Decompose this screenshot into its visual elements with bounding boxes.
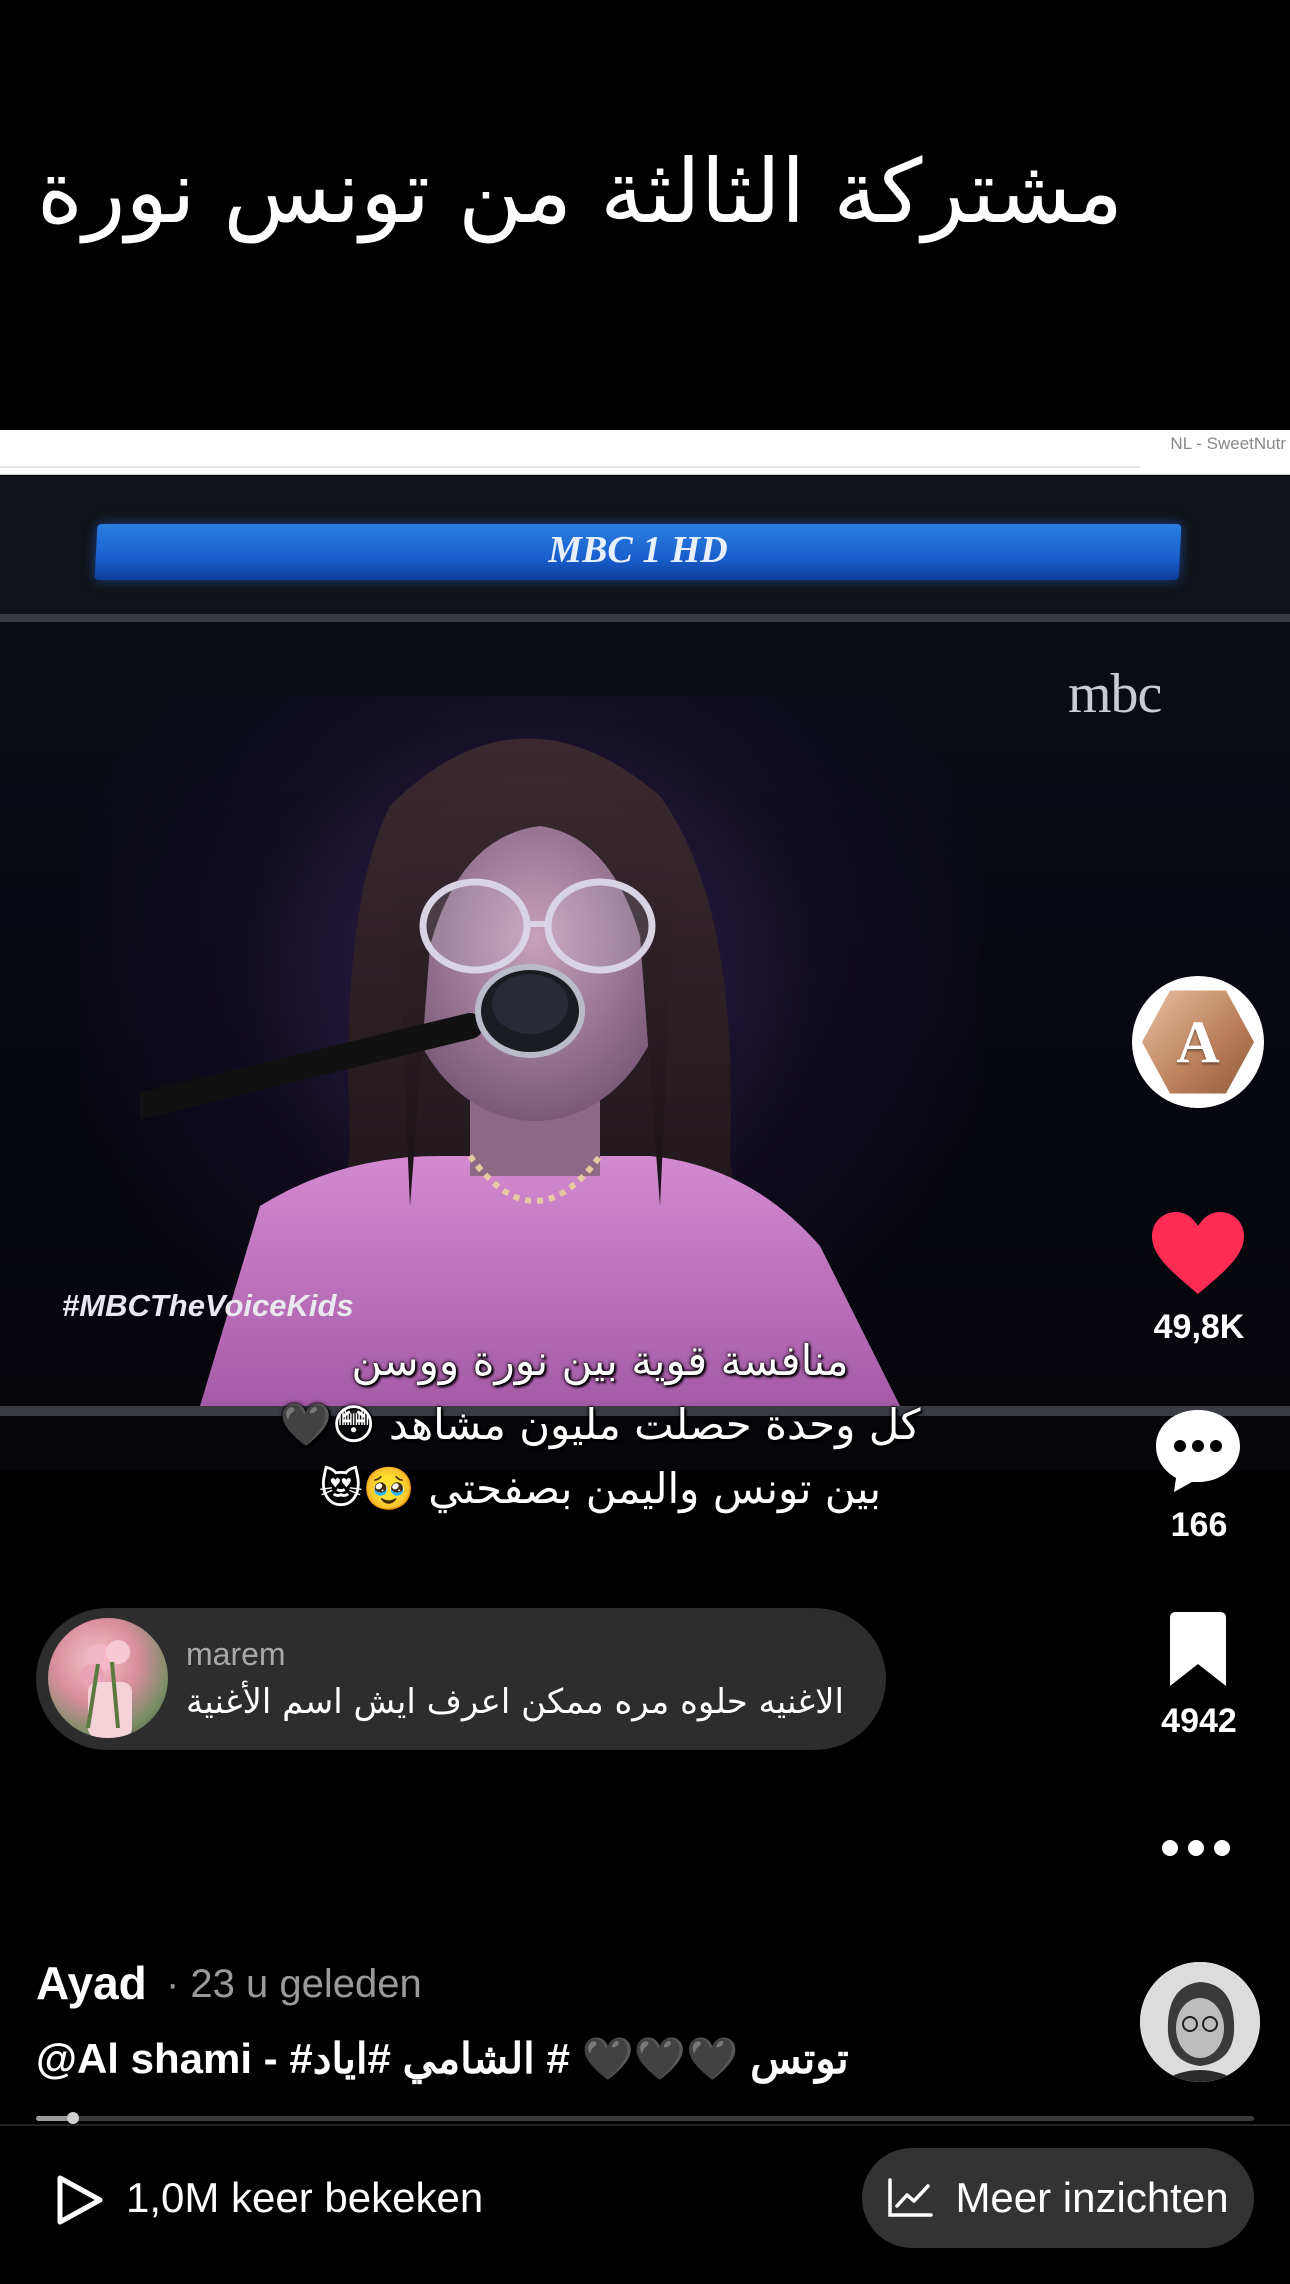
insights-button[interactable]: Meer inzichten [862,2148,1254,2248]
mbc-logo: mbc [1068,663,1162,725]
frame-divider [0,614,1290,622]
view-count: 1,0M keer bekeken [126,2174,484,2221]
play-icon [57,2175,103,2225]
bookmark-count: 4942 [1161,1702,1237,1740]
progress-knob[interactable] [66,2112,79,2124]
hashtag-watermark: #MBCTheVoiceKids [62,1288,354,1323]
browser-tab-strip: NL - SweetNutr [0,430,1290,475]
video-player[interactable]: MBC 1 HD mbc #MBCTheVoiceKids [0,476,1290,1470]
video-progress-bar[interactable] [36,2112,1254,2124]
channel-banner-text: MBC 1 HD [548,529,728,571]
caption-line-1: منافسة قوية بين نورة ووسن [351,1336,849,1385]
bookmark-icon[interactable] [1166,1612,1230,1688]
creator-avatar[interactable]: A [1132,976,1264,1108]
overlay-title: مشتركة الثالثة من تونس نورة [36,140,1124,243]
bottom-divider [0,2124,1290,2126]
comment-preview[interactable]: marem الاغنيه حلوه مره ممكن اعرف ايش اسم… [36,1608,886,1750]
more-options-icon[interactable] [1160,1836,1232,1860]
caption-line-2: كل وحدة حصلت مليون مشاهد 😳🖤 [279,1400,921,1449]
heart-icon[interactable] [1152,1212,1244,1296]
avatar-letter: A [1176,1008,1220,1075]
comment-count: 166 [1170,1506,1228,1544]
comment-icon[interactable] [1154,1408,1242,1494]
avatar-hexagon: A [1142,990,1254,1094]
commenter-avatar [48,1618,168,1738]
insights-label: Meer inzichten [955,2174,1229,2221]
post-time: · 23 u geleden [166,1962,422,2006]
post-description: @Al shami - #توتس 🖤🖤🖤 # الشامي #اياد [36,2035,849,2082]
commenter-name[interactable]: marem [186,1636,286,1673]
author-avatar[interactable] [1140,1962,1260,2082]
browser-tab-label: NL - SweetNutr [1170,434,1286,453]
caption-line-3: بين تونس واليمن بصفحتي 🥹😻 [318,1464,882,1513]
like-count: 49,8K [1153,1308,1245,1346]
author-name[interactable]: Ayad [36,1956,147,2010]
comment-text: الاغنيه حلوه مره ممكن اعرف ايش اسم الأغن… [186,1682,844,1722]
chart-icon [888,2178,934,2217]
